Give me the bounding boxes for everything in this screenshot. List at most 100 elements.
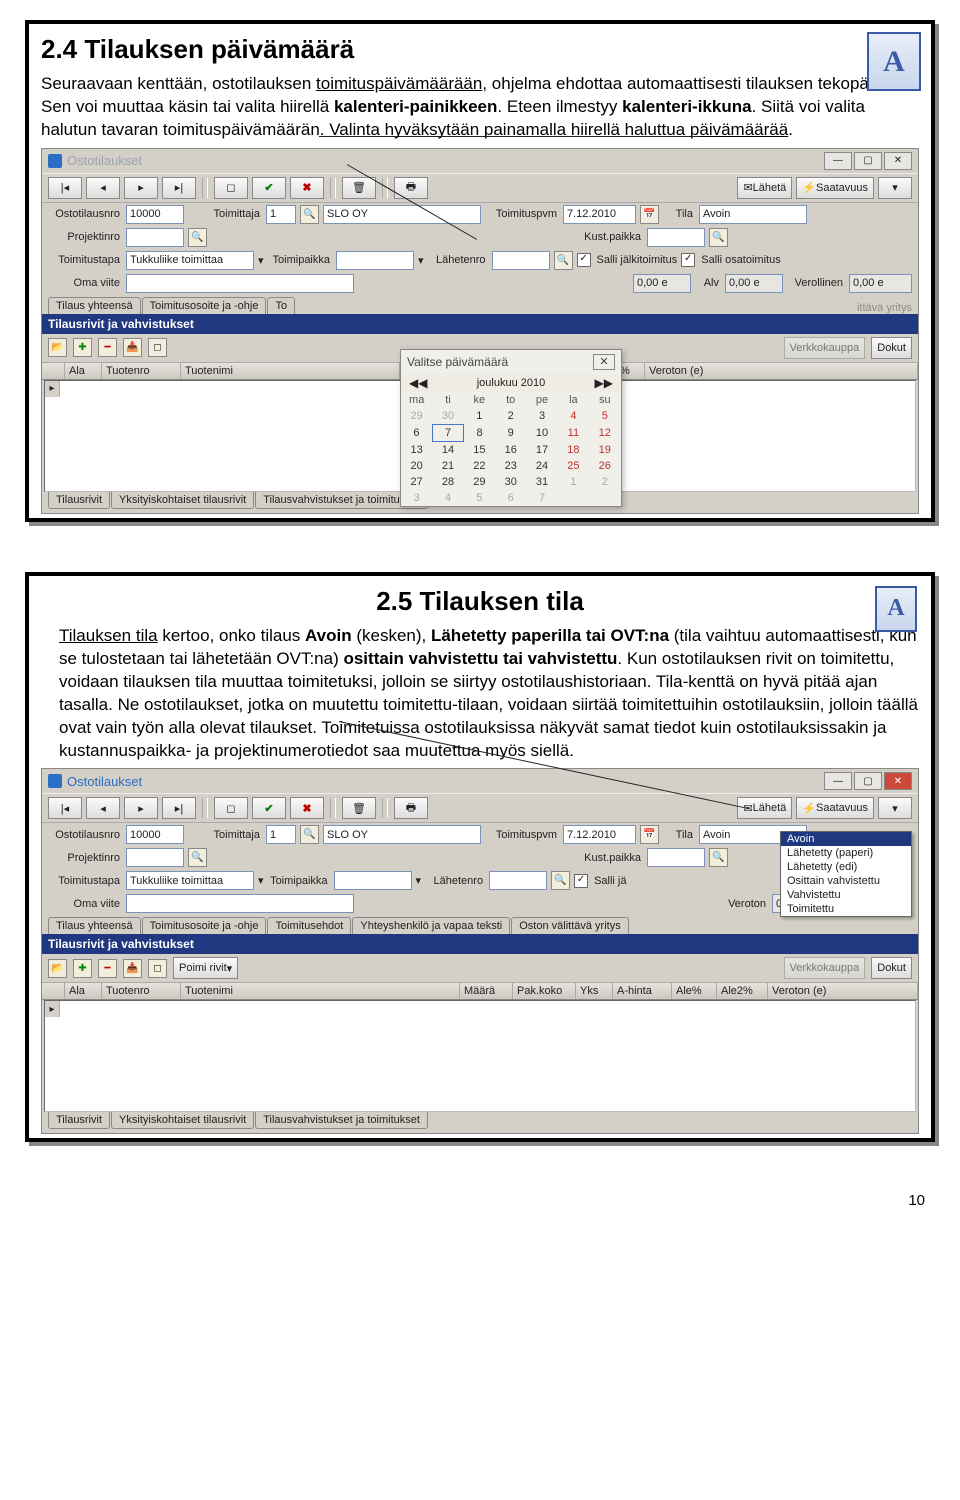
lookup-icon[interactable]: 🔍 <box>300 825 319 844</box>
cal-day[interactable]: 1 <box>558 474 589 490</box>
input-toimipaikka[interactable] <box>336 251 414 270</box>
dropdown-item[interactable]: Avoin <box>781 832 911 846</box>
input-laheteno[interactable] <box>489 871 547 890</box>
nav-prev-button[interactable]: ◂ <box>86 797 120 819</box>
calendar-icon[interactable]: 📅 <box>640 825 659 844</box>
nav-prev-button[interactable]: ◂ <box>86 177 120 199</box>
nav-last-button[interactable]: ▸| <box>162 797 196 819</box>
col[interactable]: Yks <box>576 983 613 999</box>
input-toimituspvm[interactable]: 7.12.2010 <box>563 205 636 224</box>
cal-day[interactable]: 31 <box>526 474 557 490</box>
tab[interactable]: Toimitusosoite ja -ohje <box>142 917 267 934</box>
nav-first-button[interactable]: |◂ <box>48 177 82 199</box>
input-laheteno[interactable] <box>492 251 550 270</box>
input-toimituspvm[interactable]: 7.12.2010 <box>563 825 636 844</box>
tab[interactable]: Tilausrivit <box>48 1112 110 1129</box>
input-toimittaja-num[interactable]: 1 <box>266 205 296 224</box>
send-button[interactable]: ✉ Lähetä <box>737 177 792 199</box>
cal-day[interactable]: 22 <box>464 458 495 474</box>
cal-day[interactable]: 12 <box>589 424 620 441</box>
availability-button[interactable]: ⚡ Saatavuus <box>796 177 874 199</box>
cal-day[interactable]: 5 <box>589 408 620 425</box>
verkkokauppa-button[interactable]: Verkkokauppa <box>784 337 866 359</box>
tab[interactable]: Tilausrivit <box>48 492 110 509</box>
add-row-button[interactable]: ✚ <box>73 959 92 978</box>
cal-day[interactable]: 16 <box>495 441 526 458</box>
cal-day[interactable] <box>558 490 589 506</box>
cal-day[interactable]: 8 <box>464 424 495 441</box>
dropdown-item[interactable]: Osittain vahvistettu <box>781 874 911 888</box>
maximize-button[interactable]: ▢ <box>854 152 882 170</box>
tab[interactable]: To <box>267 297 295 314</box>
cal-day[interactable]: 19 <box>589 441 620 458</box>
nav-first-button[interactable]: |◂ <box>48 797 82 819</box>
cal-day[interactable]: 4 <box>432 490 463 506</box>
grid-body[interactable]: ▸ <box>44 1000 916 1112</box>
cal-day[interactable]: 21 <box>432 458 463 474</box>
cancel-button[interactable]: ✖ <box>290 797 324 819</box>
input-projektinro[interactable] <box>126 848 184 867</box>
tab[interactable]: Yksityiskohtaiset tilausrivit <box>111 1112 254 1129</box>
checkbox-jalkitoimitus[interactable]: ✓ <box>577 253 591 267</box>
tab[interactable]: Toimitusehdot <box>267 917 351 934</box>
dropdown-item[interactable]: Vahvistettu <box>781 888 911 902</box>
col[interactable]: Tuotenimi <box>181 363 400 379</box>
cal-day[interactable]: 29 <box>464 474 495 490</box>
input-toimitustapa[interactable]: Tukkuliike toimittaa <box>126 251 254 270</box>
tab[interactable]: Yksityiskohtaiset tilausrivit <box>111 492 254 509</box>
cal-day[interactable]: 28 <box>432 474 463 490</box>
cal-day[interactable]: 30 <box>432 408 463 425</box>
lookup-icon[interactable]: 🔍 <box>188 228 207 247</box>
open-icon[interactable]: 📂 <box>48 959 67 978</box>
new-icon[interactable]: ◻ <box>148 338 167 357</box>
input-toimipaikka[interactable] <box>334 871 412 890</box>
nav-next-button[interactable]: ▸ <box>124 177 158 199</box>
verkkokauppa-button[interactable]: Verkkokauppa <box>784 957 866 979</box>
cancel-button[interactable]: ✖ <box>290 177 324 199</box>
input-projektinro[interactable] <box>126 228 184 247</box>
cal-day[interactable]: 1 <box>464 408 495 425</box>
checkbox-jalkitoimitus[interactable]: ✓ <box>574 874 588 888</box>
cal-day[interactable]: 6 <box>401 424 432 441</box>
cal-day[interactable]: 11 <box>558 424 589 441</box>
cal-day[interactable]: 24 <box>526 458 557 474</box>
col[interactable]: Veroton (e) <box>645 363 918 379</box>
cal-day[interactable]: 3 <box>401 490 432 506</box>
input-kust[interactable] <box>647 228 705 247</box>
cal-day[interactable]: 18 <box>558 441 589 458</box>
new-button[interactable]: ◻ <box>214 177 248 199</box>
nav-last-button[interactable]: ▸| <box>162 177 196 199</box>
cal-day[interactable]: 2 <box>589 474 620 490</box>
close-button[interactable]: ✕ <box>884 152 912 170</box>
more-button[interactable]: ▾ <box>878 177 912 199</box>
col[interactable]: Ala <box>65 363 102 379</box>
cal-day[interactable] <box>589 490 620 506</box>
input-ostotilausnro[interactable]: 10000 <box>126 825 184 844</box>
cal-prev-button[interactable]: ◀◀ <box>409 376 427 390</box>
add-row-button[interactable]: ✚ <box>73 338 92 357</box>
calendar-close-button[interactable]: ✕ <box>593 354 615 370</box>
cal-day[interactable]: 6 <box>495 490 526 506</box>
col[interactable]: Tuotenro <box>102 363 181 379</box>
cal-next-button[interactable]: ▶▶ <box>595 376 613 390</box>
cal-day[interactable]: 7 <box>432 424 463 441</box>
poimi-rivit-button[interactable]: Poimi rivit ▾ <box>173 957 238 979</box>
dropdown-item[interactable]: Lähetetty (edi) <box>781 860 911 874</box>
cal-day[interactable]: 20 <box>401 458 432 474</box>
dropdown-item[interactable]: Lähetetty (paperi) <box>781 846 911 860</box>
cal-day[interactable]: 5 <box>464 490 495 506</box>
input-tila[interactable]: Avoin <box>699 205 807 224</box>
input-toimittaja-name[interactable]: SLO OY <box>323 205 481 224</box>
calendar-icon[interactable]: 📅 <box>640 205 659 224</box>
cal-day[interactable]: 26 <box>589 458 620 474</box>
col[interactable]: Ale2% <box>717 983 768 999</box>
input-kust[interactable] <box>647 848 705 867</box>
cal-day[interactable]: 2 <box>495 408 526 425</box>
minimize-button[interactable]: — <box>824 152 852 170</box>
tab[interactable]: Tilaus yhteensä <box>48 917 141 934</box>
maximize-button[interactable]: ▢ <box>854 772 882 790</box>
col[interactable]: Määrä <box>460 983 513 999</box>
cal-day[interactable]: 15 <box>464 441 495 458</box>
tila-dropdown[interactable]: AvoinLähetetty (paperi)Lähetetty (edi)Os… <box>780 831 912 917</box>
col[interactable]: Pak.koko <box>513 983 576 999</box>
